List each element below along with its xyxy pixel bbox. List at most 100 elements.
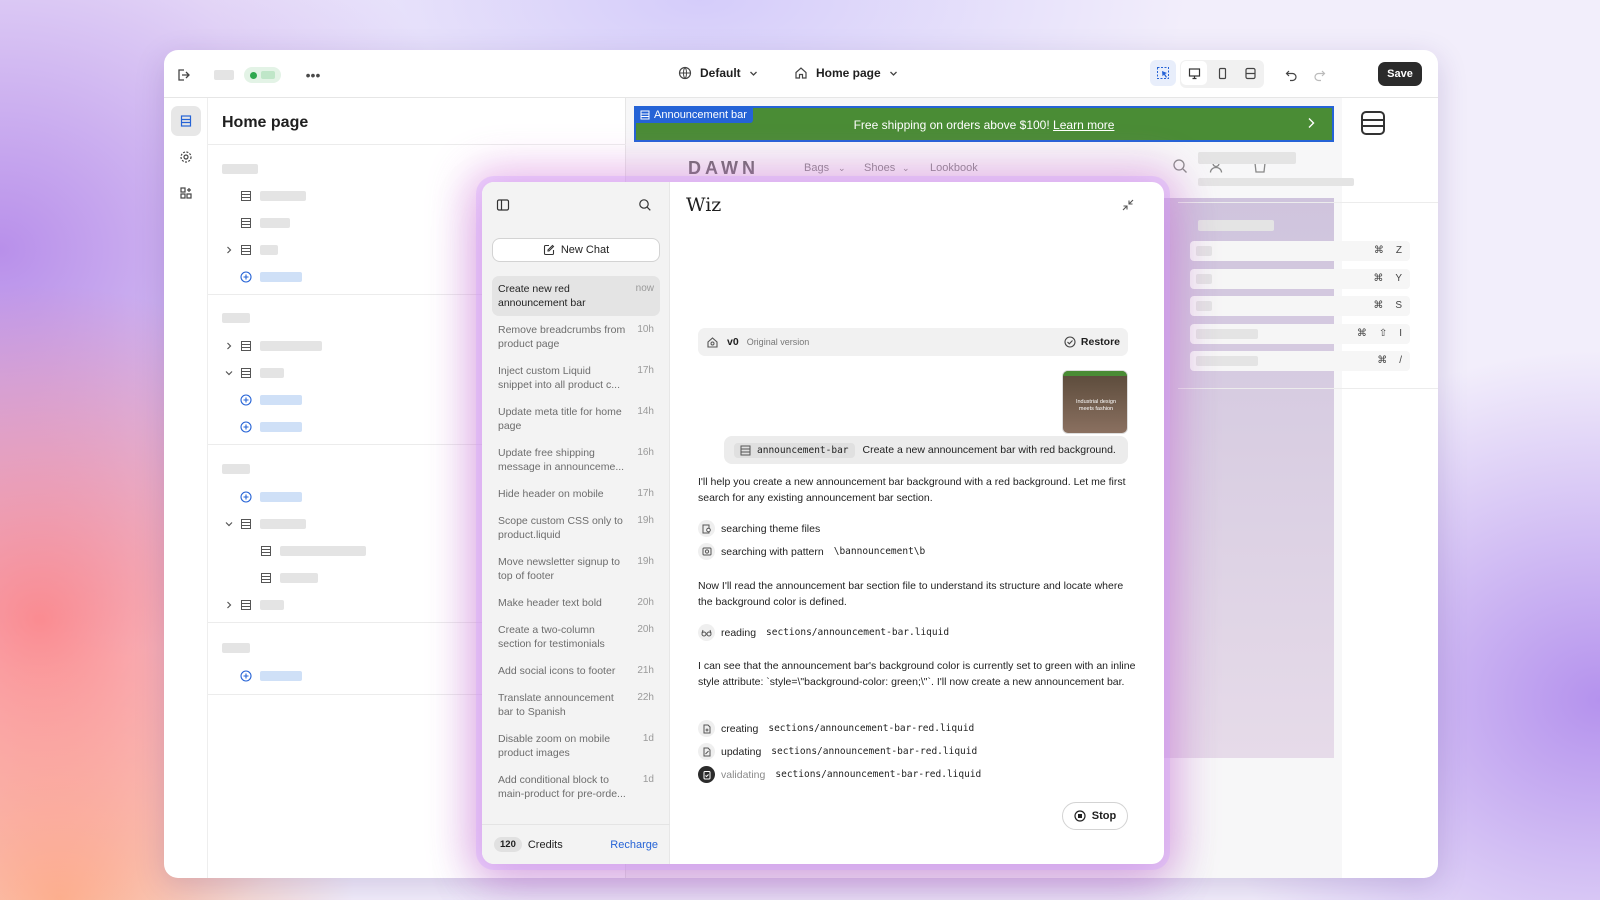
section-chip[interactable]: announcement-bar <box>734 442 855 458</box>
chat-history-item[interactable]: Translate announcement bar to Spanish 22h <box>492 691 660 719</box>
add-section-item[interactable] <box>240 666 302 686</box>
apps-icon[interactable] <box>171 178 201 208</box>
page-selector[interactable]: Home page <box>794 66 898 80</box>
section-icon <box>241 218 251 228</box>
chat-history-item[interactable]: Update meta title for home page 14h <box>492 405 660 433</box>
save-button[interactable]: Save <box>1378 62 1422 86</box>
chat-history-item[interactable]: Remove breadcrumbs from product page 10h <box>492 323 660 351</box>
add-section-item[interactable] <box>240 487 302 507</box>
status-toggle[interactable] <box>244 67 281 83</box>
screenshot-thumbnail[interactable]: Industrial design meets fashion <box>1062 370 1128 434</box>
chat-history-time: 19h <box>637 515 654 526</box>
add-block-item[interactable] <box>240 390 302 410</box>
section-icon <box>241 191 251 201</box>
redo-icon[interactable] <box>1310 66 1328 84</box>
thumb-caption: Industrial design meets fashion <box>1075 399 1117 412</box>
recharge-link[interactable]: Recharge <box>610 839 658 851</box>
step-text: searching theme files <box>721 522 821 535</box>
tree-item[interactable] <box>224 336 322 356</box>
tree-item[interactable] <box>240 213 290 233</box>
collapse-icon[interactable] <box>1122 198 1134 216</box>
credits-count: 120 <box>494 837 522 852</box>
chevron-down-icon[interactable] <box>224 519 234 529</box>
search-icon[interactable] <box>638 198 652 217</box>
shortcut-key: I <box>1399 327 1402 339</box>
version-label: Original version <box>746 337 810 347</box>
chat-history-item[interactable]: Add social icons to footer 21h <box>492 664 660 678</box>
check-circle-icon <box>1064 336 1076 348</box>
chat-history-item[interactable]: Hide header on mobile 17h <box>492 487 660 501</box>
chat-history-item[interactable]: Disable zoom on mobile product images 1d <box>492 732 660 760</box>
plus-circle-icon <box>240 670 252 682</box>
chevron-down-icon[interactable] <box>224 368 234 378</box>
tree-item[interactable] <box>224 240 278 260</box>
chevron-right-icon[interactable] <box>224 341 234 351</box>
exit-icon[interactable] <box>174 66 192 84</box>
chat-history-time: now <box>635 283 654 294</box>
new-chat-button[interactable]: New Chat <box>492 238 660 262</box>
nav-item-lookbook[interactable]: Lookbook <box>930 162 978 174</box>
chat-history-item[interactable]: Inject custom Liquid snippet into all pr… <box>492 364 660 392</box>
mobile-icon[interactable] <box>1209 61 1235 85</box>
sidebar-toggle-icon[interactable] <box>496 198 510 217</box>
chat-history-item[interactable]: Update free shipping message in announce… <box>492 446 660 474</box>
view-mode-group <box>1150 60 1270 88</box>
store-logo[interactable]: DAWN <box>688 158 759 179</box>
step-text: updating <box>721 745 762 758</box>
version-bar: v0 Original version Restore <box>698 328 1128 356</box>
announcement-link[interactable]: Learn more <box>1053 118 1114 132</box>
step-arg: \bannouncement\b <box>833 546 926 557</box>
inspector-cursor-icon[interactable] <box>1150 60 1176 86</box>
stop-button[interactable]: Stop <box>1062 802 1128 830</box>
tree-item-placeholder <box>260 191 306 201</box>
chat-history-item[interactable]: Create a two-column section for testimon… <box>492 623 660 651</box>
shortcut-key: / <box>1399 355 1402 366</box>
chevron-right-icon[interactable] <box>224 600 234 610</box>
shortcut-label-placeholder <box>1196 328 1258 339</box>
tree-item[interactable] <box>240 186 306 206</box>
desktop-icon[interactable] <box>1181 61 1207 85</box>
add-section-item[interactable] <box>240 267 302 287</box>
nav-item-bags[interactable]: Bags <box>804 162 829 174</box>
tree-item-placeholder <box>260 341 322 351</box>
shortcut-key: ⌘ <box>1373 272 1384 284</box>
fullwidth-icon[interactable] <box>1237 61 1263 85</box>
tree-item[interactable] <box>224 595 284 615</box>
step-arg: sections/announcement-bar-red.liquid <box>775 769 982 780</box>
sections-icon[interactable] <box>171 106 201 136</box>
tool-step: updating sections/announcement-bar-red.l… <box>698 743 977 760</box>
credits-label: Credits <box>527 838 563 851</box>
chat-history-item[interactable]: Add conditional block to main-product fo… <box>492 773 660 801</box>
chat-history-item[interactable]: Make header text bold 20h <box>492 596 660 610</box>
pattern-search-icon <box>698 543 715 560</box>
globe-icon <box>678 66 692 80</box>
shortcut-row: ⌘ Z <box>1190 241 1410 261</box>
icon-rail <box>164 98 208 878</box>
shortcut-keys: ⌘ / <box>1377 355 1402 366</box>
tree-item-placeholder <box>260 600 284 610</box>
tree-item[interactable] <box>224 514 306 534</box>
shortcut-keys: ⌘ S <box>1373 300 1402 311</box>
chat-history-item[interactable]: Move newsletter signup to top of footer 1… <box>492 555 660 583</box>
chat-history-item[interactable]: Create new red announcement bar now <box>492 276 660 316</box>
tree-item[interactable] <box>260 568 318 588</box>
add-section-item[interactable] <box>240 417 302 437</box>
chevron-right-icon[interactable] <box>224 245 234 255</box>
more-icon[interactable]: ••• <box>304 66 322 84</box>
chat-history-item[interactable]: Scope custom CSS only to product.liquid 1… <box>492 514 660 542</box>
tree-item-placeholder <box>260 245 278 255</box>
store-name-placeholder <box>214 70 234 80</box>
tree-item[interactable] <box>224 363 284 383</box>
chat-history-title: Translate announcement bar to Spanish <box>498 692 614 718</box>
status-placeholder <box>261 71 275 79</box>
tree-item[interactable] <box>260 541 366 561</box>
section-icon <box>740 445 751 455</box>
shortcut-row: ⌘ Y <box>1190 268 1410 289</box>
restore-button[interactable]: Restore <box>1064 336 1120 348</box>
chat-history-title: Create a two-column section for testimon… <box>498 624 605 650</box>
theme-selector[interactable]: Default <box>678 66 758 80</box>
nav-item-shoes[interactable]: Shoes <box>864 162 895 174</box>
gear-icon[interactable] <box>171 142 201 172</box>
undo-icon[interactable] <box>1282 66 1300 84</box>
chat-history-title: Hide header on mobile <box>498 488 604 500</box>
